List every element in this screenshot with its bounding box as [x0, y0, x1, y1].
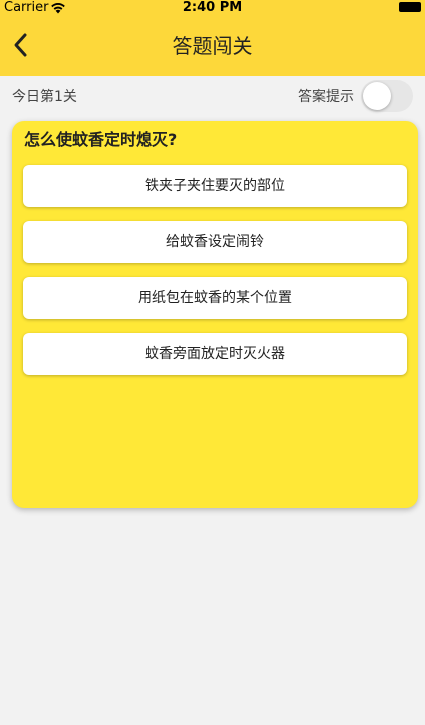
clock: 2:40 PM	[182, 0, 243, 15]
battery-icon	[399, 2, 421, 12]
answer-hint-toggle[interactable]	[361, 80, 413, 112]
toggle-knob	[363, 82, 391, 110]
answer-option-4[interactable]: 蚊香旁面放定时灭火器	[23, 333, 407, 375]
page-title: 答题闯关	[172, 34, 253, 58]
question-card: 怎么使蚊香定时熄灭? 铁夹子夹住要灭的部位 给蚊香设定闹铃 用纸包在蚊香的某个位…	[12, 121, 418, 508]
level-label: 今日第1关	[12, 89, 77, 105]
question-text: 怎么使蚊香定时熄灭?	[24, 130, 178, 149]
answer-option-2[interactable]: 给蚊香设定闹铃	[23, 221, 407, 263]
answer-option-3[interactable]: 用纸包在蚊香的某个位置	[23, 277, 407, 319]
answer-option-1[interactable]: 铁夹子夹住要灭的部位	[23, 165, 407, 207]
status-bar: Carrier 2:40 PM	[0, 0, 425, 20]
answer-hint-label: 答案提示	[298, 89, 354, 105]
